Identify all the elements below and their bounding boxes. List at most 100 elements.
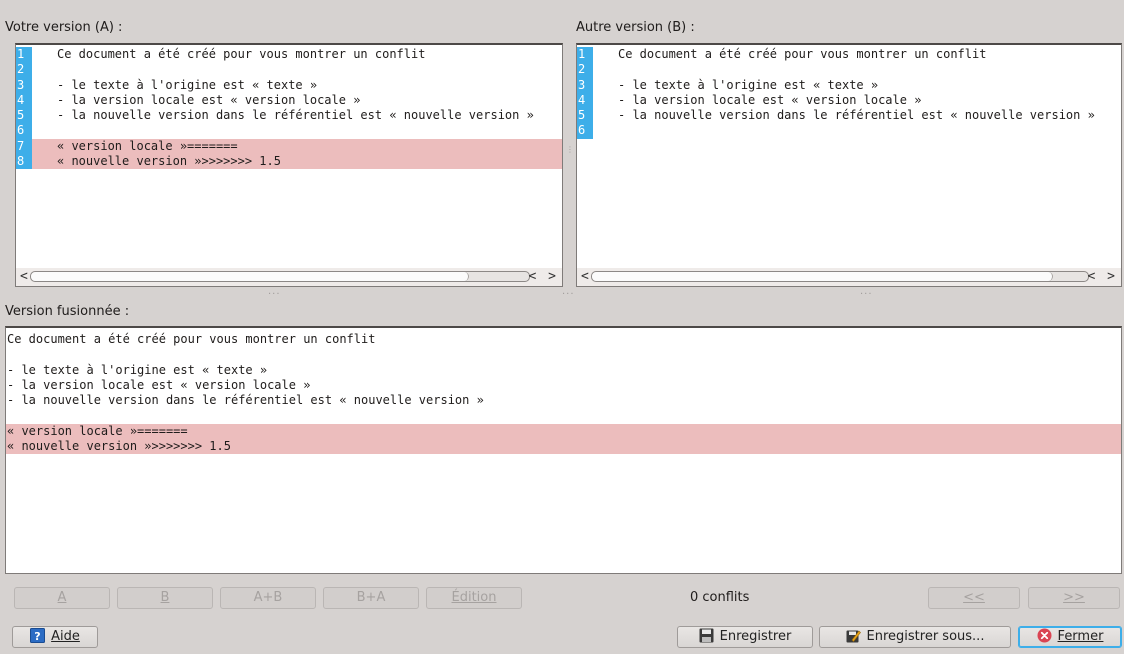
text-line[interactable]: - la nouvelle version dans le référentie… (6, 393, 1121, 408)
line-number: 3 (16, 77, 32, 93)
text-line[interactable]: 1 Ce document a été créé pour vous montre… (16, 47, 562, 63)
line-number: 2 (577, 62, 593, 78)
scroll-left-arrow[interactable]: < (20, 268, 28, 286)
conflict-count: 0 conflits (690, 590, 750, 605)
save-label: Enregistrer (719, 629, 792, 644)
line-text: Ce document a été créé pour vous montrer… (57, 47, 426, 61)
text-line[interactable]: 6 (16, 123, 562, 139)
line-number: 3 (577, 77, 593, 93)
text-line[interactable] (6, 347, 1121, 362)
line-number: 1 (577, 47, 593, 63)
pane-b-lines: 1 Ce document a été créé pour vous montre… (577, 47, 1121, 139)
close-button[interactable]: Fermer (1018, 626, 1122, 648)
pane-b-title: Autre version (B) : (576, 20, 695, 35)
line-text: - la nouvelle version dans le référentie… (618, 108, 1095, 123)
text-line[interactable]: 2 (16, 62, 562, 78)
text-line[interactable]: 4 - la version locale est « version local… (577, 92, 1121, 109)
next-conflict-label: >> (1063, 590, 1085, 605)
edit-label: Édition (451, 590, 497, 605)
line-text: - le texte à l'origine est « texte » (57, 77, 318, 92)
pane-b-editor[interactable]: 1 Ce document a été créé pour vous montre… (576, 43, 1122, 287)
merged-lines: Ce document a été créé pour vous montrer… (6, 332, 1121, 455)
vertical-splitter-grip[interactable]: ⋮ (566, 146, 574, 154)
line-text: - le texte à l'origine est « texte » (618, 77, 879, 92)
line-text: « nouvelle version »>>>>>>> 1.5 (57, 154, 281, 169)
scrollbar-track[interactable] (591, 271, 1089, 282)
text-line[interactable]: Ce document a été créé pour vous montrer… (6, 332, 1121, 347)
line-number: 2 (16, 62, 32, 78)
line-text: - la nouvelle version dans le référentie… (57, 108, 534, 123)
text-line[interactable]: 2 (577, 62, 1121, 78)
svg-text:?: ? (34, 630, 40, 643)
pane-a-editor[interactable]: 1 Ce document a été créé pour vous montre… (15, 43, 563, 287)
line-number: 5 (16, 108, 32, 124)
line-number: 8 (16, 154, 32, 170)
pane-b-horizontal-scrollbar[interactable]: < < > (577, 268, 1121, 286)
choose-a-button[interactable]: A (14, 587, 110, 609)
choose-a-plus-b-button[interactable]: A+B (220, 587, 316, 609)
merged-title: Version fusionnée : (5, 304, 130, 319)
help-icon: ? (30, 628, 46, 643)
edit-button[interactable]: Édition (426, 587, 522, 609)
text-line[interactable]: - la version locale est « version locale… (6, 378, 1121, 393)
text-line[interactable]: 1 Ce document a été créé pour vous montre… (577, 47, 1121, 63)
line-text: Ce document a été créé pour vous montrer… (7, 332, 376, 346)
text-line[interactable]: 4 - la version locale est « version local… (16, 92, 562, 109)
floppy-disk-icon (699, 628, 714, 643)
text-line[interactable]: 5 - la nouvelle version dans le référenti… (577, 108, 1121, 124)
line-text: « version locale »======= (7, 423, 188, 438)
text-line[interactable]: 6 (577, 123, 1121, 139)
conflict-line[interactable]: 7 « version locale »======= (16, 138, 562, 155)
conflict-line[interactable]: « version locale »======= (6, 423, 1121, 440)
pane-a-title: Votre version (A) : (5, 20, 123, 35)
close-label: Fermer (1057, 629, 1104, 644)
line-number: 6 (16, 123, 32, 139)
scrollbar-thumb[interactable] (592, 272, 1054, 281)
scroll-arrows[interactable]: < > (1088, 268, 1117, 286)
conflict-line[interactable]: « nouvelle version »>>>>>>> 1.5 (6, 439, 1121, 455)
save-as-icon (846, 628, 861, 643)
choose-a-label: A (57, 590, 67, 605)
merged-editor[interactable]: Ce document a été créé pour vous montrer… (5, 326, 1122, 574)
line-number: 5 (577, 108, 593, 124)
text-line[interactable]: 5 - la nouvelle version dans le référenti… (16, 108, 562, 124)
line-number: 1 (16, 47, 32, 63)
save-as-button[interactable]: Enregistrer sous... (819, 626, 1011, 648)
previous-conflict-label: << (963, 590, 985, 605)
help-button[interactable]: ? Aide (12, 626, 98, 648)
next-conflict-button[interactable]: >> (1028, 587, 1120, 609)
horizontal-splitter-grip[interactable]: ··· (268, 289, 281, 300)
line-text: - la version locale est « version locale… (57, 92, 361, 107)
conflict-line[interactable]: 8 « nouvelle version »>>>>>>> 1.5 (16, 154, 562, 170)
text-line[interactable]: 3 - le texte à l'origine est « texte » (577, 77, 1121, 93)
pane-a-horizontal-scrollbar[interactable]: < < > (16, 268, 562, 286)
choose-b-button[interactable]: B (117, 587, 213, 609)
line-text: - le texte à l'origine est « texte » (7, 362, 268, 377)
choose-a-plus-b-label: A+B (253, 590, 283, 605)
scroll-arrows[interactable]: < > (529, 268, 558, 286)
horizontal-splitter-grip[interactable]: ··· (562, 289, 575, 300)
save-button[interactable]: Enregistrer (677, 626, 813, 648)
close-icon (1037, 628, 1052, 643)
scrollbar-thumb[interactable] (31, 272, 470, 281)
horizontal-splitter-grip[interactable]: ··· (860, 289, 873, 300)
text-line[interactable]: - le texte à l'origine est « texte » (6, 363, 1121, 378)
line-number: 4 (577, 92, 593, 109)
text-line[interactable]: 3 - le texte à l'origine est « texte » (16, 77, 562, 93)
scrollbar-track[interactable] (30, 271, 530, 282)
line-text: Ce document a été créé pour vous montrer… (618, 47, 987, 61)
pane-a-lines: 1 Ce document a été créé pour vous montre… (16, 47, 562, 170)
line-text: - la version locale est « version locale… (7, 377, 311, 392)
choose-b-plus-a-button[interactable]: B+A (323, 587, 419, 609)
line-number: 6 (577, 123, 593, 139)
line-text: « nouvelle version »>>>>>>> 1.5 (7, 439, 231, 454)
text-line[interactable] (6, 408, 1121, 423)
line-text: « version locale »======= (57, 138, 238, 153)
line-number: 4 (16, 92, 32, 109)
choose-b-plus-a-label: B+A (356, 590, 386, 605)
line-number: 7 (16, 138, 32, 155)
save-as-label: Enregistrer sous... (866, 629, 985, 644)
help-label: Aide (51, 629, 80, 644)
scroll-left-arrow[interactable]: < (581, 268, 589, 286)
previous-conflict-button[interactable]: << (928, 587, 1020, 609)
